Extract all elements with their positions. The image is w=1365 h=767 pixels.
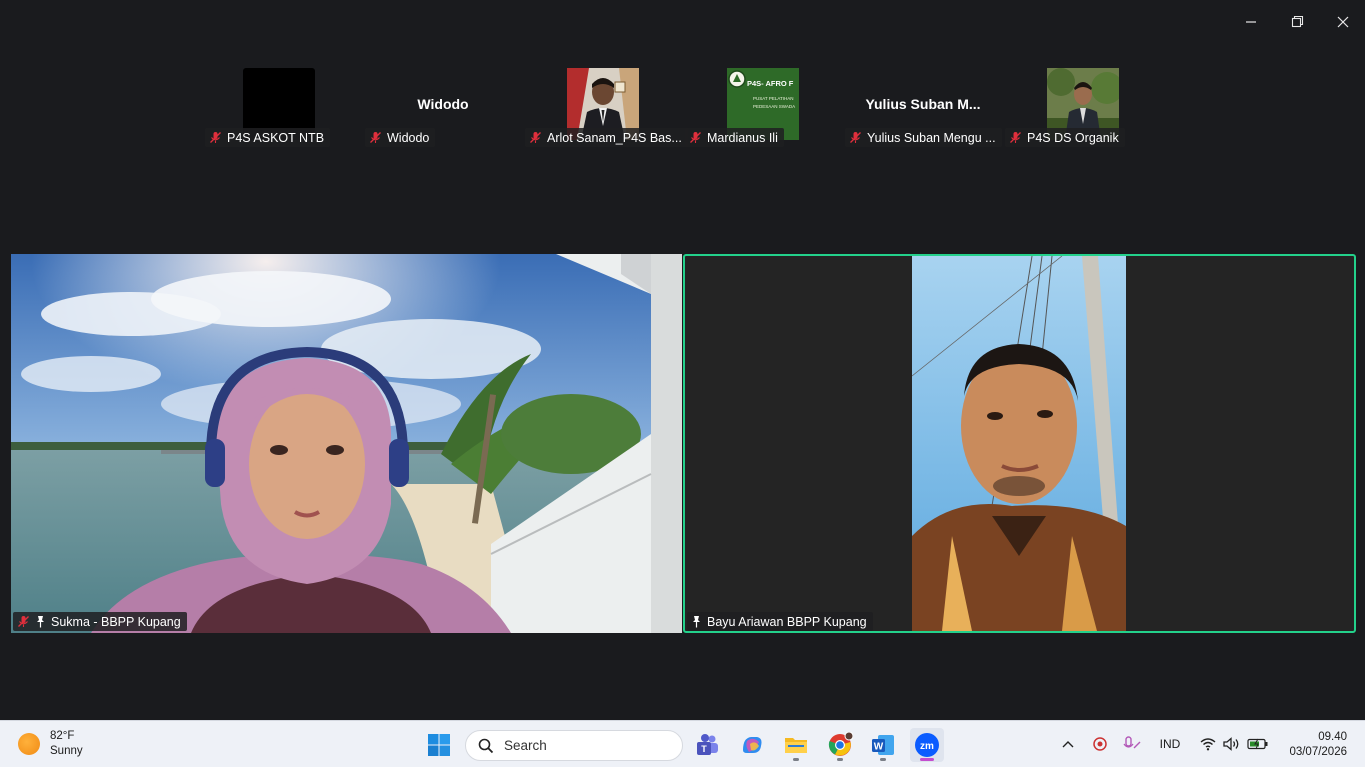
input-language-indicator[interactable]: IND <box>1154 734 1186 754</box>
volume-button[interactable] <box>1222 734 1242 754</box>
muted-mic-icon <box>690 132 701 143</box>
taskbar-app-file-explorer[interactable] <box>779 728 813 762</box>
participant-tile[interactable]: P4S DS Organik <box>1003 68 1163 148</box>
chrome-icon <box>828 732 853 756</box>
screen-record-icon <box>1093 737 1107 751</box>
muted-mic-icon <box>210 132 221 143</box>
participant-video-main[interactable]: Sukma - BBPP Kupang <box>11 254 682 633</box>
minimize-icon <box>1246 21 1256 23</box>
restore-button[interactable] <box>1282 8 1312 36</box>
running-indicator <box>837 758 843 761</box>
participant-tile[interactable]: Arlot Sanam_P4S Bas... <box>523 68 688 148</box>
taskbar-app-chrome[interactable] <box>823 728 857 762</box>
start-button[interactable] <box>422 728 456 762</box>
muted-mic-icon <box>530 132 541 143</box>
video-frame-beach <box>11 254 682 633</box>
minimize-button[interactable] <box>1236 8 1266 36</box>
participant-name-tag: P4S DS Organik <box>1005 128 1125 147</box>
weather-widget[interactable]: 82°F Sunny <box>18 729 83 759</box>
active-speaker-video[interactable]: Bayu Ariawan BBPP Kupang <box>683 254 1356 633</box>
participant-tile[interactable]: Yulius Suban M... Yulius Suban Mengu ... <box>843 68 1003 148</box>
microphone-in-use-icon <box>1123 736 1141 749</box>
participant-name: Mardianus Ili <box>707 130 778 145</box>
participant-name: Yulius Suban Mengu ... <box>867 130 996 145</box>
participant-name: Arlot Sanam_P4S Bas... <box>547 130 682 145</box>
participant-display-name: Widodo <box>417 96 469 112</box>
participant-name-tag: Widodo <box>365 128 436 147</box>
running-indicator <box>880 758 886 761</box>
participant-name-tag: Yulius Suban Mengu ... <box>845 128 1002 147</box>
participant-name: Bayu Ariawan BBPP Kupang <box>707 614 867 629</box>
network-button[interactable] <box>1198 734 1218 754</box>
close-icon <box>1337 16 1349 28</box>
search-placeholder: Search <box>504 738 547 753</box>
taskbar-app-zoom[interactable]: zm <box>910 728 944 762</box>
weather-description: Sunny <box>50 745 83 757</box>
clock-date: 03/07/2026 <box>1289 746 1347 758</box>
participant-name-tag: Sukma - BBPP Kupang <box>13 612 187 631</box>
battery-charging-icon <box>1247 738 1268 750</box>
show-hidden-icons-button[interactable] <box>1058 734 1078 754</box>
battery-button[interactable] <box>1246 734 1270 754</box>
wifi-icon <box>1200 738 1216 751</box>
windows-logo-icon <box>428 734 450 756</box>
teams-icon: T <box>697 734 718 755</box>
participant-name: P4S ASKOT NTB <box>227 130 325 145</box>
clock-time: 09.40 <box>1318 731 1347 743</box>
participant-name-tag: P4S ASKOT NTB <box>205 128 331 147</box>
close-button[interactable] <box>1328 8 1358 36</box>
copilot-icon <box>743 737 762 753</box>
svg-text:T: T <box>701 744 707 754</box>
sun-icon <box>18 733 40 755</box>
zoom-meeting-window: P4S ASKOT NTB Widodo Widodo Arlot Sanam_… <box>0 0 1365 720</box>
taskbar-app-teams[interactable]: T <box>690 728 724 762</box>
svg-text:zm: zm <box>920 741 934 752</box>
muted-mic-icon <box>850 132 861 143</box>
zoom-icon: zm <box>915 733 939 757</box>
logo-subtitle: PEDESAAN SWADA <box>753 104 796 109</box>
pin-icon <box>693 616 700 628</box>
participant-name: P4S DS Organik <box>1027 130 1119 145</box>
restore-icon <box>1291 15 1304 28</box>
running-indicator <box>793 758 799 761</box>
participant-name-tag: Mardianus Ili <box>685 128 784 147</box>
tray-app-icon[interactable] <box>1090 734 1110 754</box>
participant-name-tag: Arlot Sanam_P4S Bas... <box>525 128 688 147</box>
participant-name: Widodo <box>387 130 430 145</box>
muted-mic-icon <box>18 616 29 627</box>
active-indicator <box>920 758 934 761</box>
word-icon: W <box>872 735 894 755</box>
logo-subtitle: PUSAT PELATIHAN <box>753 96 794 101</box>
logo-title: P4S- AFRO F <box>747 79 794 88</box>
muted-mic-icon <box>1010 132 1021 143</box>
muted-mic-icon <box>370 132 381 143</box>
taskbar-app-copilot[interactable] <box>735 728 769 762</box>
svg-text:W: W <box>874 742 884 753</box>
speaker-icon <box>1223 737 1239 751</box>
participant-display-name: Yulius Suban M... <box>865 96 981 112</box>
participant-tile[interactable]: P4S ASKOT NTB <box>203 68 363 148</box>
participant-tile[interactable]: P4S- AFRO F PUSAT PELATIHAN PEDESAAN SWA… <box>683 68 843 148</box>
taskbar-clock[interactable]: 09.40 03/07/2026 <box>1289 730 1347 760</box>
participant-tile[interactable]: Widodo Widodo <box>363 68 523 148</box>
folder-icon <box>785 738 807 753</box>
participant-video-portrait <box>912 256 1126 631</box>
taskbar-search[interactable]: Search <box>465 730 683 761</box>
windows-taskbar: 82°F Sunny Search T W zm IND 09.40 03/07… <box>0 720 1365 767</box>
search-icon <box>478 738 494 753</box>
participant-name: Sukma - BBPP Kupang <box>51 614 181 629</box>
pin-icon <box>37 616 44 628</box>
taskbar-app-word[interactable]: W <box>866 728 900 762</box>
weather-temperature: 82°F <box>50 730 75 742</box>
tray-microphone-button[interactable] <box>1120 734 1144 754</box>
chevron-up-icon <box>1062 741 1074 748</box>
participant-name-tag: Bayu Ariawan BBPP Kupang <box>687 612 873 631</box>
